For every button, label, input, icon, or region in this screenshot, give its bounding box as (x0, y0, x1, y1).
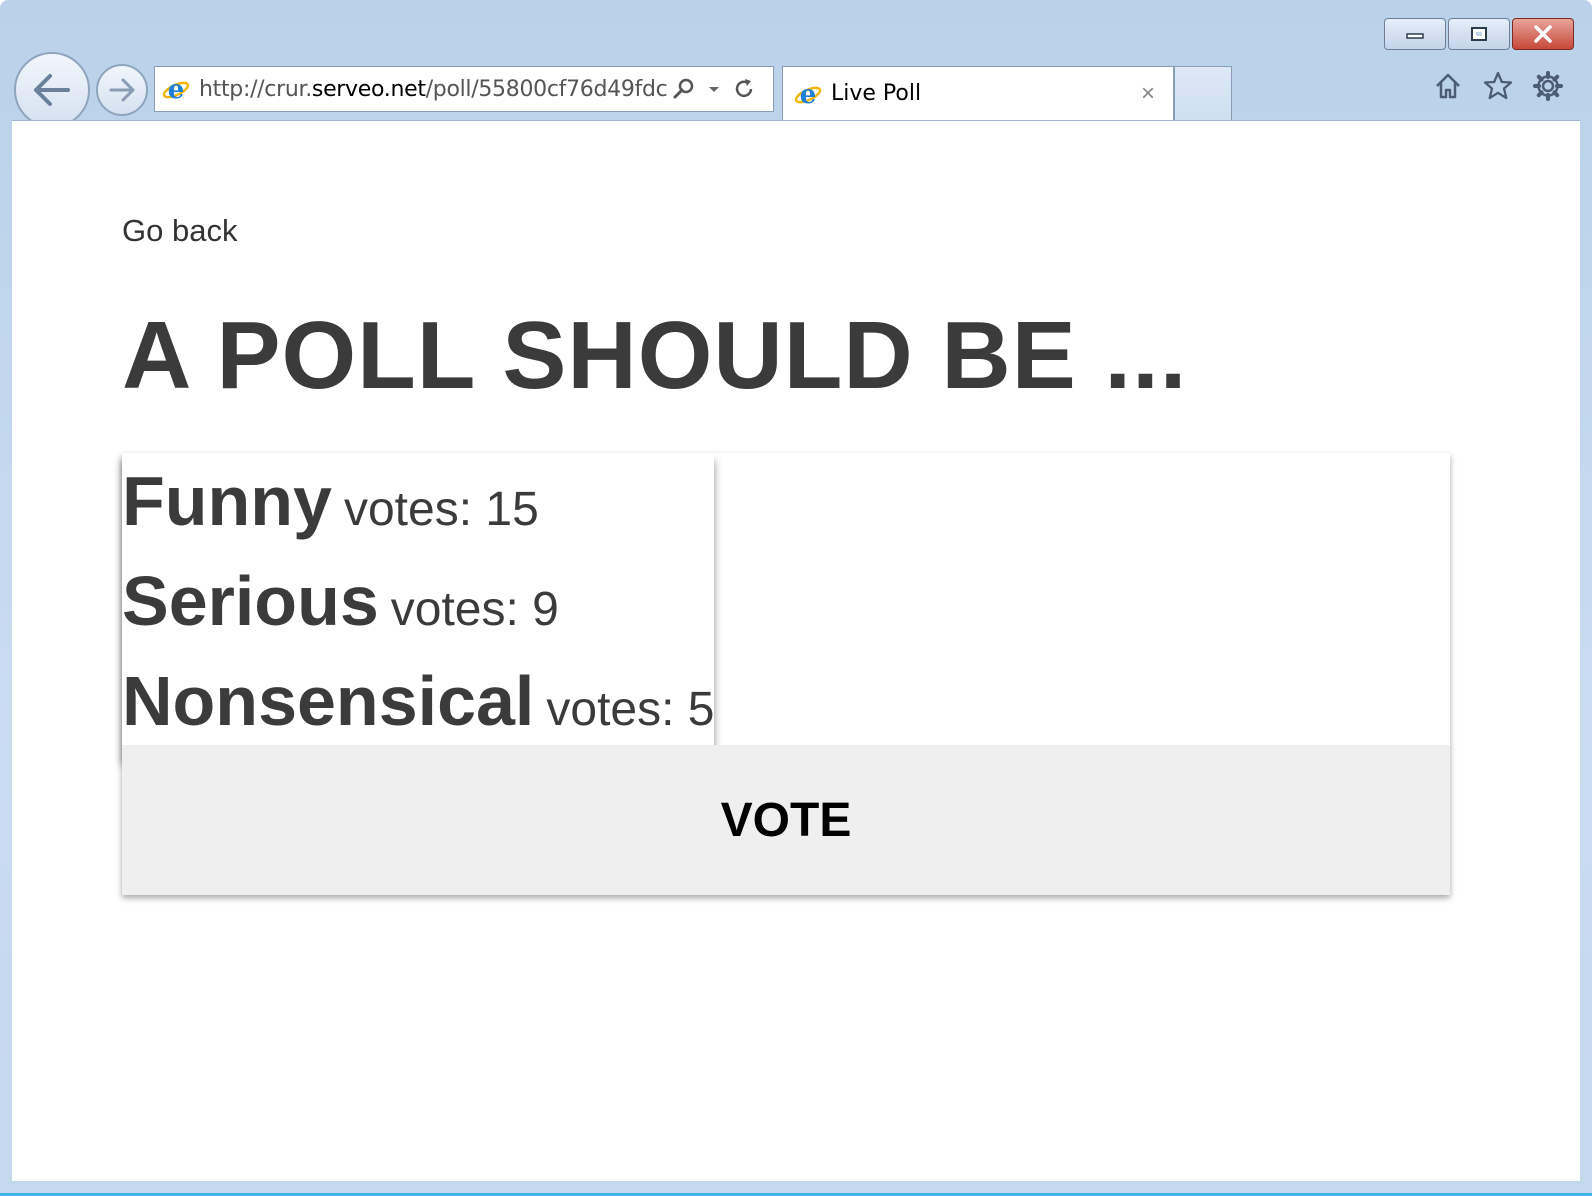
new-tab-button[interactable] (1174, 66, 1232, 120)
refresh-icon[interactable] (729, 74, 759, 104)
back-arrow-icon (34, 74, 70, 106)
poll-card: Funny votes: 15 Serious votes: 9 Nonsens… (122, 453, 1450, 895)
poll-option-funny[interactable]: Funny votes: 15 (122, 453, 714, 553)
option-name: Nonsensical (122, 662, 535, 740)
poll-option-nonsensical[interactable]: Nonsensical votes: 5 (122, 653, 714, 753)
svg-text:e: e (168, 75, 185, 104)
poll-option-serious[interactable]: Serious votes: 9 (122, 553, 714, 653)
search-icon[interactable] (669, 74, 699, 104)
option-name: Funny (122, 462, 332, 540)
address-bar[interactable]: e http://crur.serveo.net/poll/55800cf76d… (154, 66, 774, 112)
svg-text:e: e (800, 80, 817, 109)
window-caption-buttons (1384, 18, 1574, 50)
chevron-down-icon[interactable] (699, 74, 729, 104)
close-icon (1534, 25, 1552, 43)
vote-button[interactable]: VOTE (122, 745, 1450, 895)
url-text[interactable]: http://crur.serveo.net/poll/55800cf76d49… (199, 77, 669, 102)
tab-title: Live Poll (831, 81, 922, 106)
poll-title: A POLL SHOULD BE ... (122, 302, 1188, 409)
tab-live-poll[interactable]: e Live Poll × (782, 66, 1174, 120)
ie-logo-icon: e (162, 75, 190, 104)
restore-icon (1471, 27, 1487, 41)
tab-close-icon[interactable]: × (1133, 80, 1163, 108)
url-host: serveo.net (311, 76, 426, 102)
option-votes: votes: 15 (343, 483, 539, 536)
settings-gear-icon[interactable] (1532, 70, 1564, 102)
restore-button[interactable] (1448, 18, 1510, 50)
go-back-link[interactable]: Go back (122, 213, 237, 249)
page-viewport: Go back A POLL SHOULD BE ... Funny votes… (12, 120, 1580, 1181)
forward-button[interactable] (96, 64, 148, 116)
url-path: /poll/55800cf76d49fdc5 (425, 76, 669, 102)
forward-arrow-icon (109, 78, 135, 102)
ie-logo-icon: e (794, 80, 822, 109)
home-icon[interactable] (1432, 70, 1464, 102)
option-name: Serious (122, 562, 379, 640)
minimize-button[interactable] (1384, 18, 1446, 50)
close-window-button[interactable] (1512, 18, 1574, 50)
browser-toolbar (1432, 70, 1564, 102)
url-prefix: http://crur. (199, 76, 312, 102)
back-button[interactable] (14, 52, 90, 128)
browser-window: e http://crur.serveo.net/poll/55800cf76d… (0, 0, 1592, 1196)
minimize-icon (1406, 33, 1424, 39)
option-votes: votes: 5 (546, 683, 715, 736)
favorites-star-icon[interactable] (1482, 70, 1514, 102)
option-votes: votes: 9 (390, 583, 559, 636)
poll-options-list: Funny votes: 15 Serious votes: 9 Nonsens… (122, 453, 715, 757)
